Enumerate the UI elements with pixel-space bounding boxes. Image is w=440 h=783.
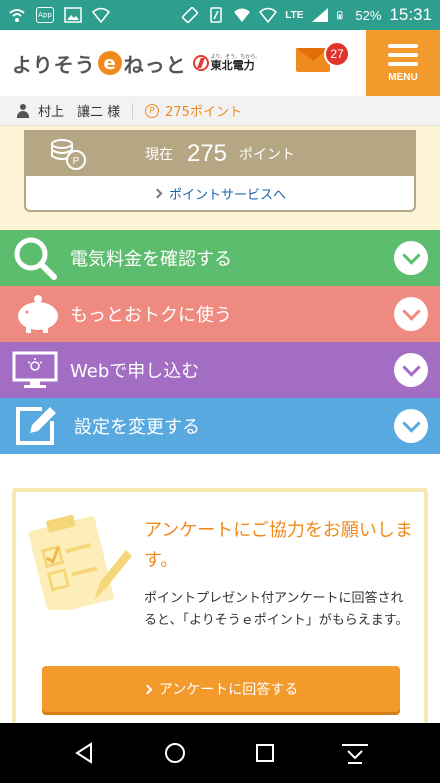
monitor-icon (12, 351, 58, 388)
battery-icon (337, 11, 343, 20)
point-card: P 現在 275 ポイント ポイントサービスへ (24, 130, 416, 212)
divider (132, 102, 134, 119)
magnifier-icon (14, 237, 57, 280)
point-summary: P 現在 275 ポイント (26, 132, 414, 176)
point-unit: ポイント (239, 147, 296, 163)
wifi-icon (92, 7, 110, 23)
battery-saver-icon (210, 7, 223, 23)
point-area: P 現在 275 ポイント ポイントサービスへ (0, 126, 440, 230)
partner-name: 東北電力 (210, 59, 255, 72)
hamburger-icon (388, 43, 418, 66)
app-notification-icon: App (36, 7, 54, 23)
menu-check-bill[interactable]: 電気料金を確認する (0, 230, 440, 286)
edit-icon (16, 407, 56, 445)
lightning-icon (192, 55, 209, 71)
answer-survey-label: アンケートに回答する (158, 682, 299, 698)
piggy-bank-icon (18, 295, 58, 333)
menu-item-label: 設定を変更する (74, 417, 200, 438)
collapse-icon (342, 744, 368, 764)
point-value: 275 (186, 140, 228, 167)
survey-body: ポイントプレゼント付アンケートに回答されると、「よりそうｅポイント」がもらえます… (144, 591, 409, 628)
user-name: 村上 讓二 様 (38, 105, 121, 120)
logo-suffix: ねっと (123, 52, 187, 77)
menu-item-label: もっとおトクに使う (70, 305, 232, 326)
image-icon (64, 7, 82, 23)
chevron-down-icon (394, 353, 428, 387)
status-bar: App LTE 52% 15:31 (0, 0, 440, 30)
system-nav-bar (0, 723, 440, 783)
partner-logo: より、そう、ちから。 東北電力 (192, 55, 260, 72)
chevron-down-icon (394, 297, 428, 331)
home-icon (165, 743, 185, 763)
clock: 15:31 (389, 5, 432, 24)
chevron-right-icon (142, 684, 153, 694)
menu-label: MENU (388, 71, 418, 83)
network-type: LTE (285, 9, 304, 21)
chevron-down-icon (394, 409, 428, 443)
wifi-signal-2-icon (259, 7, 278, 23)
cell-signal-icon (312, 8, 329, 22)
wifi-call-icon (9, 9, 25, 22)
mail-badge: 27 (324, 41, 350, 67)
recents-icon (256, 744, 274, 762)
hide-keyboard-button[interactable] (335, 733, 375, 773)
status-bar-left: App (8, 7, 110, 23)
menu-change-settings[interactable]: 設定を変更する (0, 398, 440, 454)
menu-button[interactable]: MENU (366, 30, 440, 96)
back-icon (75, 742, 92, 764)
logo[interactable]: よりそう e ねっと より、そう、ちから。 東北電力 (0, 49, 260, 78)
coins-icon: P (51, 139, 86, 170)
app-header: よりそう e ねっと より、そう、ちから。 東北電力 27 MENU (0, 30, 440, 96)
svg-text:P: P (73, 156, 80, 167)
wifi-signal-icon (234, 8, 251, 22)
battery-percent: 52% (355, 7, 382, 23)
point-service-link-label: ポイントサービスへ (168, 187, 286, 203)
home-button[interactable] (155, 733, 195, 773)
menu-save-more[interactable]: もっとおトクに使う (0, 286, 440, 342)
menu-apply-web[interactable]: Webで申し込む (0, 342, 440, 398)
menu-item-label: Webで申し込む (70, 361, 200, 382)
chevron-right-icon (152, 188, 163, 198)
logo-e-mark: e (97, 51, 122, 75)
back-button[interactable] (65, 733, 105, 773)
user-bar: 村上 讓二 様 P 275ポイント (0, 96, 440, 126)
survey-title: アンケートにご協力をお願いします。 (144, 520, 413, 571)
recents-button[interactable] (245, 733, 285, 773)
answer-survey-button[interactable]: アンケートに回答する (42, 666, 400, 712)
user-icon (16, 103, 30, 118)
menu-item-label: 電気料金を確認する (70, 249, 232, 270)
point-service-link[interactable]: ポイントサービスへ (26, 176, 414, 210)
user-points: 275ポイント (165, 105, 242, 120)
logo-prefix: よりそう (12, 52, 96, 77)
survey-clipboard-icon (28, 514, 132, 610)
chevron-down-icon (394, 241, 428, 275)
status-bar-right: LTE 52% 15:31 (181, 5, 432, 25)
point-icon: P (145, 103, 160, 118)
point-label: 現在 (144, 147, 173, 163)
rotate-icon (182, 7, 199, 23)
